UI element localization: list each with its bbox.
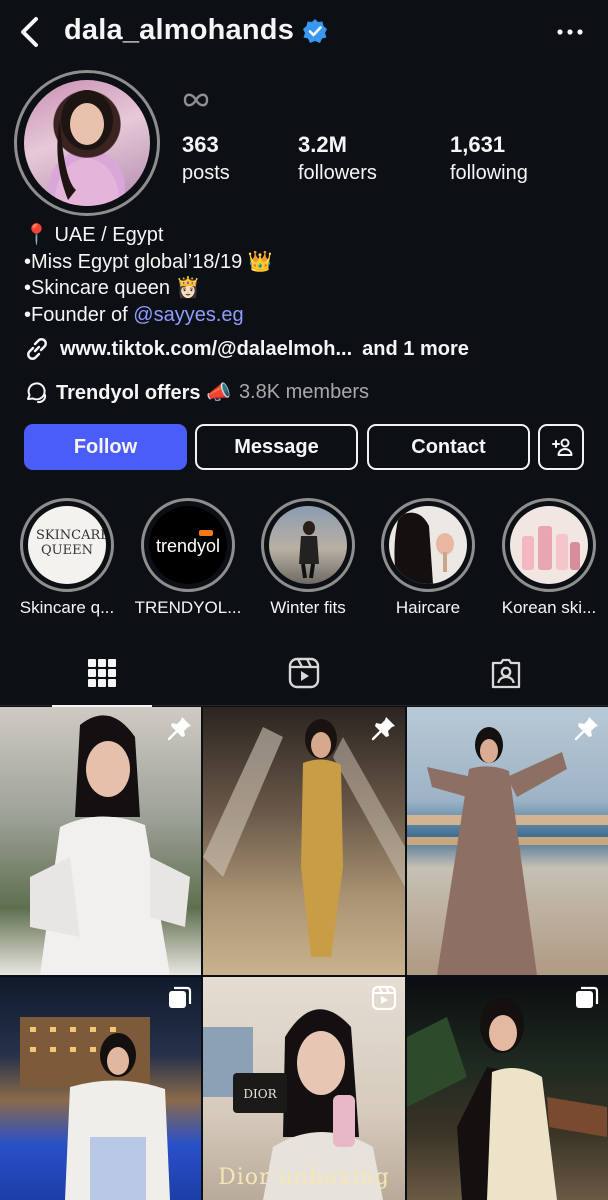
carousel-icon (576, 986, 599, 1008)
username: dala_almohands (64, 14, 295, 46)
external-link[interactable]: www.tiktok.com/@dalaelmoh... and 1 more (24, 336, 469, 362)
post-photo (203, 719, 405, 957)
followers-label: followers (298, 162, 377, 184)
highlight-cover-text: trendyol (155, 536, 221, 556)
highlight-label: Skincare q... (19, 598, 115, 617)
contact-button[interactable]: Contact (367, 424, 530, 470)
orange-tag (199, 530, 213, 536)
highlight-ring: SKINCARE QUEEN (20, 498, 114, 592)
highlight-label: Winter fits (270, 598, 346, 617)
link-more: and 1 more (362, 337, 469, 360)
highlight-cover (269, 506, 347, 584)
followers-count: 3.2M (298, 132, 347, 157)
link-url: www.tiktok.com/@dalaelmoh... (60, 337, 353, 360)
highlight-haircare[interactable]: Haircare (381, 498, 475, 617)
stat-following[interactable]: 1,631 following (450, 132, 528, 185)
highlight-trendyol[interactable]: trendyol TRENDYOL... (135, 498, 241, 617)
stat-followers[interactable]: 3.2M followers (298, 132, 377, 185)
bio-line-skincare: •Skincare queen 👸🏻 (24, 277, 201, 299)
highlight-cover: SKINCARE QUEEN (28, 506, 106, 584)
post-tile[interactable] (0, 977, 201, 1200)
threads-infinity-icon[interactable] (182, 90, 210, 110)
post-tile[interactable]: DIOR Dior unboxing (203, 977, 405, 1200)
highlight-ring (261, 498, 355, 592)
following-label: following (450, 162, 528, 184)
posts-count: 363 (182, 132, 219, 157)
highlight-cover (389, 506, 467, 584)
highlight-korean-skincare[interactable]: Korean ski... (502, 498, 596, 617)
top-bar: dala_almohands (0, 0, 608, 64)
bio-line-location: 📍 UAE / Egypt (24, 224, 164, 246)
broadcast-channel[interactable]: Trendyol offers 📣 3.8K members (24, 380, 369, 405)
content-tabs (0, 640, 608, 707)
bio-founder-text: •Founder of (24, 303, 134, 326)
bio-line-founder: •Founder of @sayyes.eg (24, 302, 273, 329)
pin-icon (574, 717, 598, 741)
post-tile[interactable] (203, 707, 405, 975)
broadcast-channel-icon (27, 381, 47, 403)
grid-icon (88, 659, 116, 687)
highlight-label: TRENDYOL... (134, 598, 242, 617)
post-product-text: DIOR (243, 1087, 277, 1101)
link-icon (27, 338, 47, 360)
bio: 📍 UAE / Egypt •Miss Egypt global’18/19 👑… (24, 222, 273, 328)
tab-reels[interactable] (254, 640, 354, 706)
chevron-left-icon[interactable] (14, 14, 46, 50)
highlight-ring: trendyol (141, 498, 235, 592)
tab-tagged[interactable] (456, 640, 556, 706)
highlight-cover: trendyol (149, 506, 227, 584)
verified-badge-icon (303, 18, 328, 43)
post-photo (407, 727, 608, 975)
channel-name: Trendyol offers 📣 (56, 382, 231, 404)
profile-page: dala_almohands 363 posts 3.2M followers … (0, 0, 608, 1200)
profile-avatar[interactable] (14, 70, 160, 216)
add-person-button[interactable] (538, 424, 584, 470)
highlight-cover-text: SKINCARE QUEEN (36, 528, 106, 558)
tagged-icon (491, 658, 521, 689)
post-tile[interactable] (407, 977, 608, 1200)
message-button[interactable]: Message (195, 424, 358, 470)
bio-line-title: •Miss Egypt global’18/19 👑 (24, 250, 273, 273)
bio-mention-link[interactable]: @sayyes.eg (133, 304, 243, 326)
following-count: 1,631 (450, 132, 506, 157)
more-horizontal-icon[interactable] (554, 18, 586, 46)
channel-members: 3.8K members (238, 381, 369, 403)
post-photo (30, 715, 190, 975)
highlight-label: Haircare (395, 598, 461, 617)
highlight-skincare[interactable]: SKINCARE QUEEN Skincare q... (20, 498, 114, 617)
pin-icon (167, 717, 191, 741)
post-tile[interactable] (0, 707, 201, 975)
reels-icon (288, 657, 320, 689)
avatar (24, 80, 150, 206)
posts-label: posts (182, 162, 230, 184)
follow-button[interactable]: Follow (24, 424, 187, 470)
add-person-icon (552, 438, 573, 456)
username-header: dala_almohands (64, 14, 328, 47)
highlight-cover (510, 506, 588, 584)
post-tile[interactable] (407, 707, 608, 975)
highlight-ring (502, 498, 596, 592)
post-caption-overlay: Dior unboxing (218, 1165, 390, 1190)
tab-grid[interactable] (52, 640, 152, 707)
highlight-winter-fits[interactable]: Winter fits (261, 498, 355, 617)
highlight-label: Korean ski... (501, 598, 597, 617)
carousel-icon (169, 986, 192, 1008)
stat-posts[interactable]: 363 posts (182, 132, 230, 185)
pin-icon (371, 717, 395, 741)
reel-icon (371, 985, 397, 1011)
highlight-ring (381, 498, 475, 592)
